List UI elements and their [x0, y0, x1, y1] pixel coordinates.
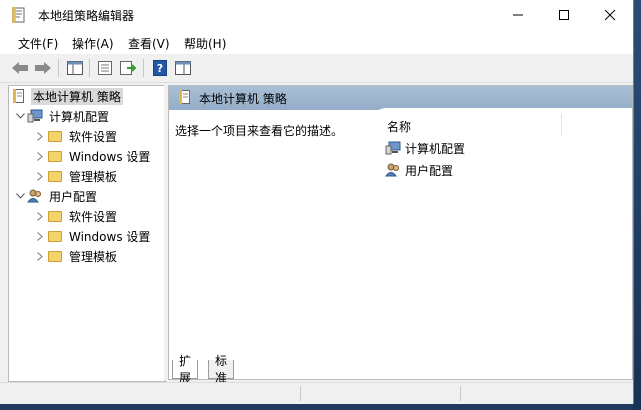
close-icon — [604, 9, 616, 21]
back-arrow-icon — [12, 62, 28, 74]
show-pane-icon — [175, 61, 191, 75]
tab-extended[interactable]: 扩展 — [172, 354, 199, 385]
description-text: 选择一个项目来查看它的描述。 — [175, 124, 344, 138]
list-item-label: 计算机配置 — [405, 141, 466, 156]
menu-view[interactable]: 查看(V) — [128, 35, 170, 52]
console-tree: 本地计算机 策略 计算机配置 软件设置 Windows 设置 管理模板 用户配置… — [8, 85, 166, 382]
status-divider — [300, 386, 301, 401]
tree-item-windows-settings[interactable]: Windows 设置 — [33, 146, 152, 166]
status-bar — [0, 382, 633, 404]
policy-doc-icon — [12, 7, 26, 23]
computer-icon — [385, 141, 401, 155]
folder-icon — [47, 229, 63, 243]
show-pane-button[interactable] — [173, 58, 193, 78]
tree-label: 管理模板 — [69, 169, 118, 184]
maximize-button[interactable] — [541, 0, 587, 30]
window-title: 本地组策略编辑器 — [38, 9, 135, 23]
details-title: 本地计算机 策略 — [199, 91, 287, 106]
properties-icon — [98, 61, 112, 75]
export-list-icon — [120, 61, 136, 75]
column-header-name[interactable]: 名称 — [387, 118, 411, 135]
policy-doc-icon — [179, 89, 191, 107]
chevron-right-icon[interactable] — [33, 151, 47, 161]
minimize-button[interactable] — [495, 0, 541, 30]
close-button[interactable] — [587, 0, 633, 30]
tree-label: 管理模板 — [69, 249, 118, 264]
menu-help[interactable]: 帮助(H) — [184, 35, 226, 52]
tree-label: Windows 设置 — [69, 229, 151, 244]
help-icon: ? — [153, 60, 167, 76]
tree-label: 本地计算机 策略 — [31, 87, 123, 105]
tree-label: 软件设置 — [69, 129, 118, 144]
forward-arrow-icon — [35, 62, 51, 74]
details-header: 本地计算机 策略 — [169, 86, 632, 110]
folder-icon — [47, 149, 63, 163]
chevron-down-icon[interactable] — [13, 193, 27, 199]
menu-bar: 文件(F) 操作(A) 查看(V) 帮助(H) — [0, 30, 633, 54]
tree-label: 计算机配置 — [49, 109, 110, 124]
chevron-right-icon[interactable] — [33, 251, 47, 261]
back-button[interactable] — [10, 58, 30, 78]
chevron-right-icon[interactable] — [33, 171, 47, 181]
details-pane: 本地计算机 策略 选择一个项目来查看它的描述。 名称 计算机配置 用户配置 — [168, 85, 633, 380]
toolbar: ? — [0, 54, 633, 83]
help-button[interactable]: ? — [150, 58, 170, 78]
column-divider[interactable] — [561, 114, 562, 136]
status-divider — [460, 386, 461, 401]
chevron-right-icon[interactable] — [33, 211, 47, 221]
tree-label: Windows 设置 — [69, 149, 151, 164]
menu-file[interactable]: 文件(F) — [18, 35, 58, 52]
menu-action[interactable]: 操作(A) — [72, 35, 114, 52]
export-list-button[interactable] — [118, 58, 138, 78]
show-hide-tree-button[interactable] — [65, 58, 85, 78]
folder-icon — [47, 249, 63, 263]
policy-doc-icon — [11, 89, 27, 103]
title-bar[interactable]: 本地组策略编辑器 — [0, 0, 633, 30]
gpedit-window: 本地组策略编辑器 文件(F) 操作(A) 查看(V) 帮助(H) ? 本地计算机… — [0, 0, 634, 404]
users-icon — [27, 189, 43, 203]
toolbar-separator — [58, 59, 59, 77]
list-item-user-config[interactable]: 用户配置 — [385, 160, 453, 180]
chevron-right-icon[interactable] — [33, 231, 47, 241]
chevron-right-icon[interactable] — [33, 131, 47, 141]
chevron-down-icon[interactable] — [13, 113, 27, 119]
tree-item-user-config[interactable]: 用户配置 — [13, 186, 99, 206]
forward-button[interactable] — [33, 58, 53, 78]
svg-text:?: ? — [157, 62, 163, 75]
tree-item-admin-templates[interactable]: 管理模板 — [33, 246, 119, 266]
show-hide-tree-icon — [67, 61, 83, 75]
tree-item-root[interactable]: 本地计算机 策略 — [11, 86, 123, 106]
properties-button[interactable] — [95, 58, 115, 78]
computer-icon — [27, 109, 43, 123]
tree-item-admin-templates[interactable]: 管理模板 — [33, 166, 119, 186]
folder-icon — [47, 169, 63, 183]
tree-label: 用户配置 — [49, 189, 98, 204]
desktop-background — [633, 0, 641, 410]
folder-icon — [47, 129, 63, 143]
list-item-label: 用户配置 — [405, 163, 454, 178]
tree-item-software-settings[interactable]: 软件设置 — [33, 126, 119, 146]
tree-item-computer-config[interactable]: 计算机配置 — [13, 106, 111, 126]
toolbar-separator — [143, 59, 144, 77]
minimize-icon — [513, 14, 523, 16]
users-icon — [385, 163, 401, 177]
maximize-icon — [559, 10, 569, 20]
list-item-computer-config[interactable]: 计算机配置 — [385, 138, 465, 158]
tree-label: 软件设置 — [69, 209, 118, 224]
item-list: 名称 计算机配置 用户配置 — [375, 108, 632, 358]
tree-item-windows-settings[interactable]: Windows 设置 — [33, 226, 152, 246]
folder-icon — [47, 209, 63, 223]
toolbar-separator — [89, 59, 90, 77]
tab-standard[interactable]: 标准 — [208, 354, 235, 385]
tree-item-software-settings[interactable]: 软件设置 — [33, 206, 119, 226]
